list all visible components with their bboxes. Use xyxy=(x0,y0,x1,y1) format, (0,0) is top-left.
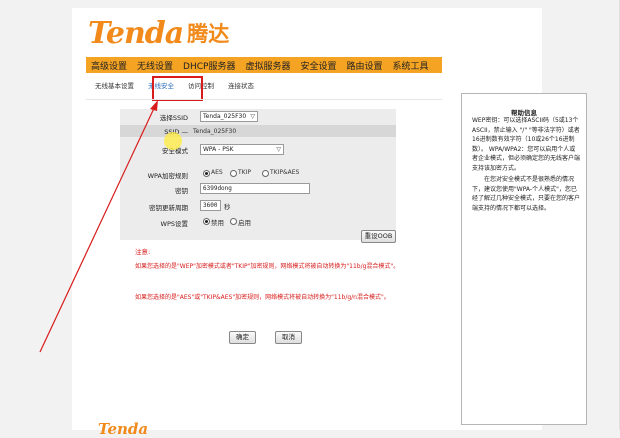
help-body: WEP密钥：可以选择ASCII码（5或13个ASCII，禁止输入 "/" "等非… xyxy=(472,116,580,213)
radio-wps-disable[interactable] xyxy=(203,218,210,225)
subnav-connection-status[interactable]: 连接状态 xyxy=(228,80,254,92)
help-paragraph-2: 在您对安全模式不是很熟悉的情况下，建议您使用"WPA-个人模式"，您已经了解过几… xyxy=(472,176,581,212)
radio-aes-label: AES xyxy=(211,169,223,176)
radio-tkip-aes[interactable] xyxy=(262,170,269,177)
radio-aes[interactable] xyxy=(203,170,210,177)
renew-period-label: 密钥更新周期 xyxy=(149,204,188,212)
subnav-wireless-basic[interactable]: 无线基本设置 xyxy=(95,80,134,92)
renew-period-unit: 秒 xyxy=(224,203,231,211)
radio-tkip-label: TKIP xyxy=(238,169,251,176)
cancel-button[interactable]: 取消 xyxy=(275,331,302,344)
nav-advanced[interactable]: 高级设置 xyxy=(86,59,132,72)
note-line-1: 如果您选择的是"WEP"加密模式或者"TKIP"加密规则，网络模式将被自动转换为… xyxy=(135,263,400,270)
radio-tkip[interactable] xyxy=(230,170,237,177)
main-nav: 高级设置 无线设置 DHCP服务器 虚拟服务器 安全设置 路由设置 系统工具 xyxy=(86,57,442,73)
nav-routing[interactable]: 路由设置 xyxy=(341,59,387,72)
reset-oob-button[interactable]: 重设OOB xyxy=(361,230,396,243)
renew-period-input[interactable]: 3600 xyxy=(200,200,221,211)
nav-security[interactable]: 安全设置 xyxy=(295,59,341,72)
nav-system-tools[interactable]: 系统工具 xyxy=(388,59,434,72)
logo-text-cn: 腾达 xyxy=(187,22,230,46)
mouse-cursor-highlight xyxy=(164,132,182,150)
security-mode-dropdown[interactable]: WPA - PSK ▽ xyxy=(200,144,284,155)
security-mode-value: WPA - PSK xyxy=(203,146,234,153)
select-ssid-value: Tenda_025F30 xyxy=(203,113,247,120)
highlight-box xyxy=(152,76,203,101)
help-panel: 帮助信息 WEP密钥：可以选择ASCII码（5或13个ASCII，禁止输入 "/… xyxy=(461,93,587,425)
note-line-2: 如果您选择的是"AES"或"TKIP&AES"加密规则，网络模式将被自动转换为"… xyxy=(135,294,390,301)
select-ssid-label: 选择SSID xyxy=(159,114,188,122)
password-input[interactable]: 6399dong xyxy=(200,183,310,194)
divider xyxy=(86,99,442,100)
help-paragraph-1: WEP密钥：可以选择ASCII码（5或13个ASCII，禁止输入 "/" "等非… xyxy=(472,117,581,172)
chevron-down-icon: ▽ xyxy=(276,146,281,153)
nav-wireless[interactable]: 无线设置 xyxy=(132,59,178,72)
select-ssid-dropdown[interactable]: Tenda_025F30 ▽ xyxy=(200,111,258,122)
wpa-algo-label: WPA加密规则 xyxy=(147,172,188,180)
chevron-down-icon: ▽ xyxy=(250,113,255,120)
radio-wps-disable-label: 禁用 xyxy=(211,219,224,227)
ssid-value: Tenda_025F30 xyxy=(193,128,237,135)
wps-label: WPS设置 xyxy=(160,220,188,228)
radio-wps-enable-label: 启用 xyxy=(238,219,251,227)
radio-wps-enable[interactable] xyxy=(230,218,237,225)
footer-logo: Tenda xyxy=(98,420,149,438)
password-label: 密钥 xyxy=(175,187,188,195)
nav-dhcp[interactable]: DHCP服务器 xyxy=(178,59,240,72)
logo-text-en: Tenda xyxy=(88,15,184,51)
note-title: 注意: xyxy=(135,248,151,256)
ok-button[interactable]: 确定 xyxy=(229,331,256,344)
nav-virtual-server[interactable]: 虚拟服务器 xyxy=(240,59,295,72)
tenda-logo: Tenda 腾达 xyxy=(88,15,230,51)
radio-tkip-aes-label: TKIP&AES xyxy=(270,169,300,176)
